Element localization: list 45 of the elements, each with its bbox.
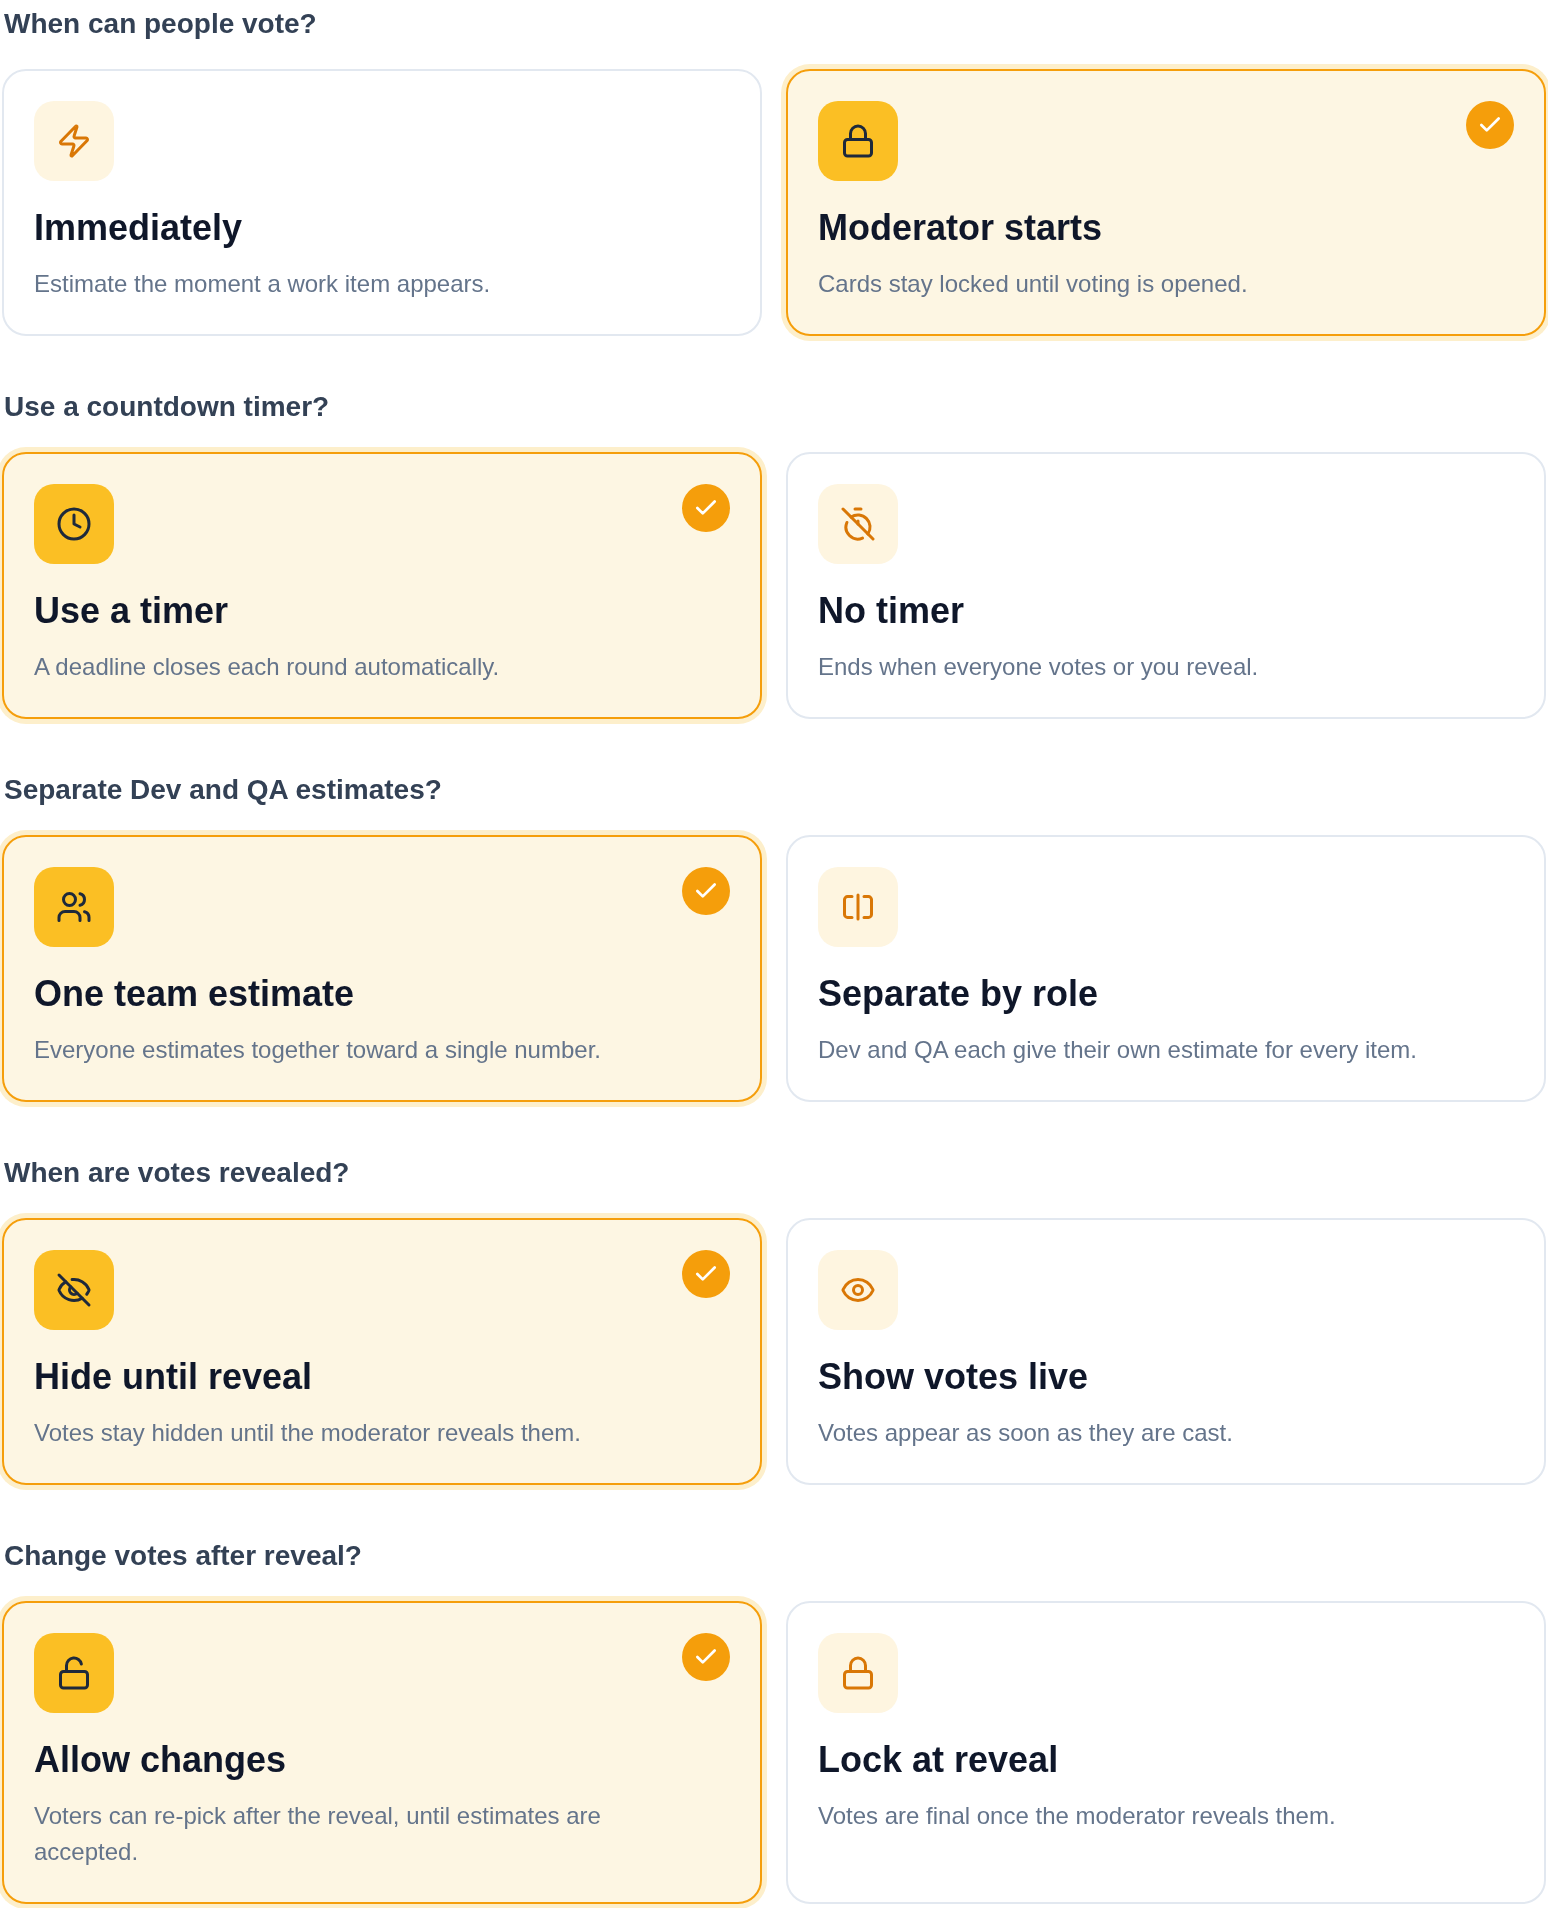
option-description: Estimate the moment a work item appears. xyxy=(34,269,491,299)
padlock-icon xyxy=(818,101,898,181)
crossed-eye-icon xyxy=(34,1250,114,1330)
option-description: Ends when everyone votes or you reveal. xyxy=(818,652,1259,682)
option-card[interactable]: Show votes live Votes appear as soon as they are cast. xyxy=(786,1218,1546,1485)
padlock-icon xyxy=(818,1633,898,1713)
check-icon xyxy=(1466,101,1514,149)
check-icon xyxy=(682,1633,730,1681)
option-description: Votes stay hidden until the moderator reveals them. xyxy=(34,1418,581,1448)
option-card[interactable]: No timer Ends when everyone votes or you reveal. xyxy=(786,452,1546,719)
section-heading: Use a countdown timer? xyxy=(3,390,330,424)
option-description: Dev and QA each give their own estimate for every item. xyxy=(818,1035,1417,1065)
option-description: Votes are final once the moderator reveals them. xyxy=(818,1801,1336,1831)
section-heading: When can people vote? xyxy=(3,7,317,41)
lightning-icon xyxy=(34,101,114,181)
section-heading: When are votes revealed? xyxy=(3,1156,350,1190)
option-title: Lock at reveal xyxy=(818,1738,1059,1782)
option-title: Show votes live xyxy=(818,1355,1089,1399)
option-description: A deadline closes each round automatically. xyxy=(34,652,500,682)
section-heading: Separate Dev and QA estimates? xyxy=(3,773,442,807)
eye-icon xyxy=(818,1250,898,1330)
option-title: Allow changes xyxy=(34,1738,287,1782)
check-icon xyxy=(682,867,730,915)
option-description: Voters can re-pick after the reveal, until estimates are accepted. xyxy=(34,1801,602,1867)
section-heading: Change votes after reveal? xyxy=(3,1539,362,1573)
option-card[interactable]: Lock at reveal Votes are final once the moderator reveals them. xyxy=(786,1601,1546,1904)
crossed-stopwatch-icon xyxy=(818,484,898,564)
option-card[interactable]: Immediately Estimate the moment a work item appears. xyxy=(2,69,762,336)
option-title: Hide until reveal xyxy=(34,1355,313,1399)
people-icon xyxy=(34,867,114,947)
option-card[interactable]: Separate by role Dev and QA each give their own estimate for every item. xyxy=(786,835,1546,1102)
option-description: Votes appear as soon as they are cast. xyxy=(818,1418,1233,1448)
option-description: Cards stay locked until voting is opened. xyxy=(818,269,1248,299)
option-description: Everyone estimates together toward a single number. xyxy=(34,1035,601,1065)
check-icon xyxy=(682,1250,730,1298)
option-title: Use a timer xyxy=(34,589,229,633)
option-title: Immediately xyxy=(34,206,243,250)
option-title: One team estimate xyxy=(34,972,355,1016)
check-icon xyxy=(682,484,730,532)
option-title: No timer xyxy=(818,589,965,633)
clock-icon xyxy=(34,484,114,564)
split-square-icon xyxy=(818,867,898,947)
option-title: Separate by role xyxy=(818,972,1099,1016)
open-padlock-icon xyxy=(34,1633,114,1713)
option-title: Moderator starts xyxy=(818,206,1103,250)
